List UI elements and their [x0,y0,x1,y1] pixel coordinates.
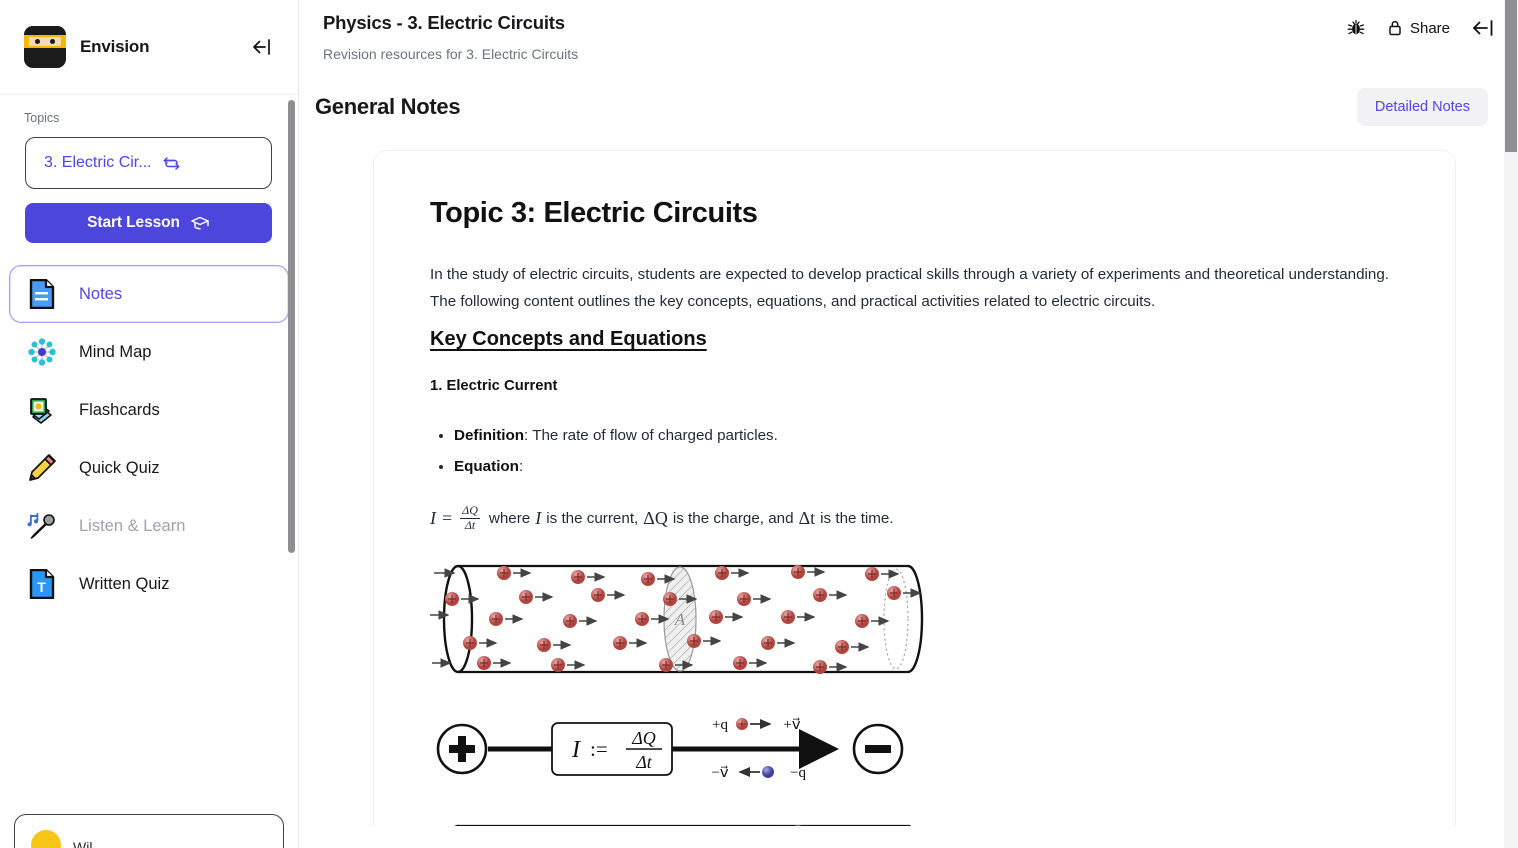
topbar-actions: Share [1347,18,1496,38]
collapse-panel-button[interactable] [1472,18,1496,38]
text-document-icon: T [25,567,59,601]
equation-text-2: is the current, [546,509,639,527]
sidebar-header: Envision [0,0,298,95]
switch-repeat-icon [162,155,181,172]
area-label: A [674,610,686,629]
current-equation-line: I = ΔQ Δt where I is the current, ΔQ is … [430,503,1407,533]
avatar [31,830,61,848]
notes-card: Topic 3: Electric Circuits In the study … [373,150,1456,826]
detailed-notes-button[interactable]: Detailed Notes [1356,88,1488,126]
arrow-left-bar-icon [1472,18,1496,38]
document-scroll-area: Topic 3: Electric Circuits In the study … [299,126,1518,826]
topbar: Physics - 3. Electric Circuits Revision … [299,0,1518,62]
svg-text::=: := [590,737,608,761]
topic-selector[interactable]: 3. Electric Cir... [25,137,272,189]
main-scrollbar-thumb[interactable] [1505,0,1517,152]
bug-report-button[interactable] [1347,19,1365,37]
app-logo-ninja-icon [24,26,66,68]
list-item: Equation: [454,451,1407,482]
equation-equals: = [442,507,453,528]
page-subtitle: Revision resources for 3. Electric Circu… [323,46,579,62]
page-title: Physics - 3. Electric Circuits [323,12,565,33]
equation-var-3: Δt [798,507,816,528]
sidebar-item-notes[interactable]: Notes [9,265,289,323]
equation-text-3: is the charge, and [672,509,794,527]
equation-denominator: Δt [464,517,476,532]
share-button[interactable]: Share [1387,19,1450,37]
svg-text:T: T [37,579,46,595]
svg-text:ΔQ: ΔQ [631,728,656,748]
sidebar-item-written-quiz[interactable]: T Written Quiz [9,555,289,613]
svg-text:−v⃗: −v⃗ [711,765,728,781]
equation-fraction: ΔQ Δt [460,503,480,533]
section-header: General Notes Detailed Notes [299,62,1518,126]
share-label: Share [1409,19,1450,37]
sidebar-item-flashcards[interactable]: Flashcards [9,381,289,439]
flashcards-stack-icon [25,393,59,427]
document-paragraph-2: The following content outlines the key c… [430,293,1156,310]
equation-lhs: I [430,507,436,528]
sidebar-user-card[interactable]: Wil [0,814,298,848]
graduation-cap-icon [190,215,210,231]
equation-var-1: I [535,507,542,528]
sidebar-item-listen-and-learn[interactable]: Listen & Learn [9,497,289,555]
section-title: General Notes [315,94,461,119]
svg-text:+q: +q [712,717,728,733]
sidebar-collapse-icon[interactable] [248,32,278,62]
topic-selector-value: 3. Electric Cir... [44,154,152,171]
microphone-music-icon [25,509,59,543]
notes-document-icon [25,277,59,311]
svg-text:Δt: Δt [635,752,653,772]
sidebar-item-label: Listen & Learn [79,516,186,535]
bug-icon [1347,19,1365,37]
app-root: Envision Topics 3. Electric Cir... Start… [0,0,1518,848]
svg-text:I: I [571,737,581,763]
svg-text:+v⃗: +v⃗ [783,717,800,733]
equation-numerator: ΔQ [460,503,480,519]
document-subheading: Key Concepts and Equations [430,328,707,350]
bullet-term: Definition [454,427,525,444]
sidebar-item-label: Quick Quiz [79,458,160,477]
brand-name: Envision [80,37,150,56]
document-heading: Topic 3: Electric Circuits [430,197,758,229]
sidebar-scrollbar[interactable] [288,100,295,553]
sidebar-item-label: Written Quiz [79,574,170,593]
sidebar-item-quick-quiz[interactable]: Quick Quiz [9,439,289,497]
figure-positive-charge-cylinder: A [430,559,1407,679]
bullet-rest: : The rate of flow of charged particles. [524,427,778,444]
main-panel: Physics - 3. Electric Circuits Revision … [299,0,1518,848]
topics-label: Topics [24,111,60,125]
sidebar: Envision Topics 3. Electric Cir... Start… [0,0,299,848]
sidebar-item-label: Notes [79,284,123,303]
list-item: Definition: The rate of flow of charged … [454,420,1407,451]
document-paragraph-1: In the study of electric circuits, stude… [430,266,1390,283]
equation-text-1: where [488,509,531,527]
figure-negative-charge-cylinder: A [430,819,1407,826]
equation-var-2: ΔQ [643,507,668,528]
sidebar-nav: Notes Mind Map Flashcards Quick Quiz Lis… [0,265,298,613]
bullet-term: Equation [454,458,519,475]
bullet-rest: : [518,458,524,475]
sidebar-item-label: Flashcards [79,400,160,419]
user-name: Wil [73,839,93,848]
pencil-icon [25,451,59,485]
lock-icon [1387,19,1403,37]
svg-text:−q: −q [790,765,806,781]
start-lesson-label: Start Lesson [87,214,180,231]
equation-text-4: is the time. [820,509,894,527]
sidebar-scroll-area: Topics 3. Electric Cir... Start Lesson N… [0,95,298,848]
document-item-heading: 1. Electric Current [430,378,558,394]
sidebar-item-label: Mind Map [79,342,152,361]
mind-map-nodes-icon [25,335,59,369]
sidebar-item-mind-map[interactable]: Mind Map [9,323,289,381]
start-lesson-button[interactable]: Start Lesson [25,203,272,243]
figure-current-definition: I := ΔQ Δt +q +v⃗ −v⃗ −q [430,705,1407,793]
main-scrollbar-track[interactable] [1504,0,1518,848]
document-bullet-list: Definition: The rate of flow of charged … [454,420,1407,482]
